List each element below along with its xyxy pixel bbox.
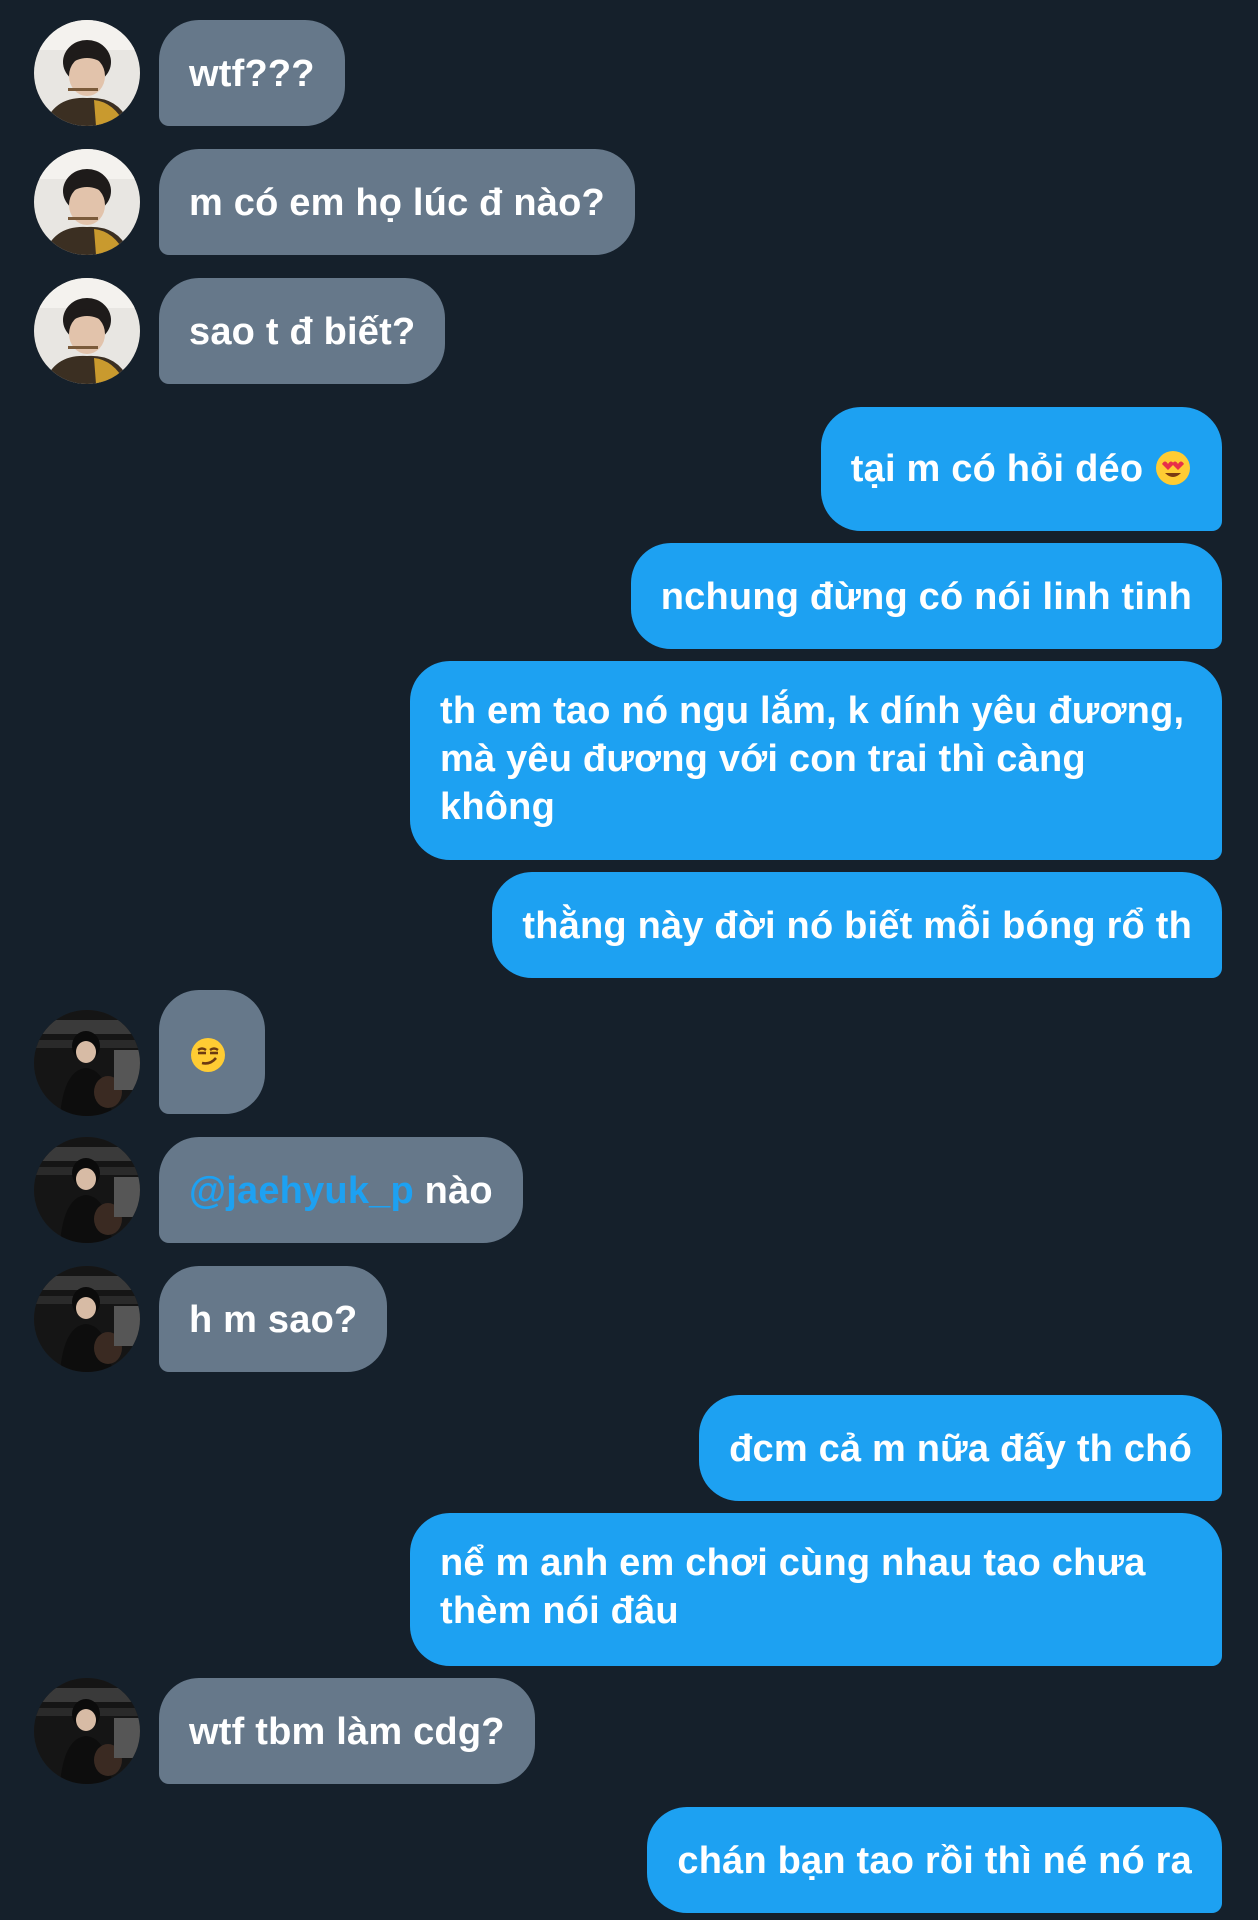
message-text: thằng này đời nó biết mỗi bóng rổ th <box>522 905 1192 947</box>
message-text: nchung đừng có nói linh tinh <box>660 576 1192 618</box>
incoming-message-bubble[interactable]: wtf tbm làm cdg? <box>159 1678 535 1784</box>
outgoing-message-bubble[interactable]: đcm cả m nữa đấy th chó <box>699 1395 1222 1501</box>
incoming-message-bubble[interactable]: m có em họ lúc đ nào? <box>159 149 635 255</box>
smirk-emoji-icon <box>189 1036 227 1074</box>
avatar[interactable] <box>34 1137 140 1243</box>
avatar[interactable] <box>34 149 140 255</box>
avatar[interactable] <box>34 278 140 384</box>
incoming-message-bubble[interactable]: @jaehyuk_p nào <box>159 1137 523 1243</box>
user-mention-link[interactable]: @jaehyuk_p <box>189 1170 414 1212</box>
message-text: nào <box>413 1170 493 1212</box>
outgoing-message-bubble[interactable]: thằng này đời nó biết mỗi bóng rổ th <box>492 872 1222 978</box>
message-text: th em tao nó ngu lắm, k dính yêu đương, … <box>440 690 1185 828</box>
message-text: wtf??? <box>189 53 315 95</box>
incoming-message-bubble[interactable]: sao t đ biết? <box>159 278 446 384</box>
outgoing-message-bubble[interactable]: chán bạn tao rồi thì né nó ra <box>647 1807 1222 1913</box>
incoming-message-bubble[interactable]: wtf??? <box>159 20 345 126</box>
avatar[interactable] <box>34 1010 140 1116</box>
avatar[interactable] <box>34 1678 140 1784</box>
message-text: chán bạn tao rồi thì né nó ra <box>677 1840 1192 1882</box>
avatar[interactable] <box>34 1266 140 1372</box>
message-text: h m sao? <box>189 1299 358 1341</box>
message-text: tại m có hỏi déo <box>850 448 1144 490</box>
heart-eyes-emoji-icon <box>1154 449 1192 487</box>
avatar[interactable] <box>34 20 140 126</box>
outgoing-message-bubble[interactable]: tại m có hỏi déo <box>820 407 1222 531</box>
message-text: m có em họ lúc đ nào? <box>189 182 605 224</box>
outgoing-message-bubble[interactable]: nể m anh em chơi cùng nhau tao chưa thèm… <box>410 1513 1222 1666</box>
message-text: đcm cả m nữa đấy th chó <box>729 1428 1192 1470</box>
outgoing-message-bubble[interactable]: nchung đừng có nói linh tinh <box>630 543 1222 649</box>
incoming-message-bubble[interactable] <box>159 990 265 1114</box>
incoming-message-bubble[interactable]: h m sao? <box>159 1266 388 1372</box>
message-text: nể m anh em chơi cùng nhau tao chưa thèm… <box>440 1542 1146 1632</box>
message-text: wtf tbm làm cdg? <box>189 1711 505 1753</box>
outgoing-message-bubble[interactable]: th em tao nó ngu lắm, k dính yêu đương, … <box>410 661 1222 860</box>
message-text: sao t đ biết? <box>189 311 416 353</box>
